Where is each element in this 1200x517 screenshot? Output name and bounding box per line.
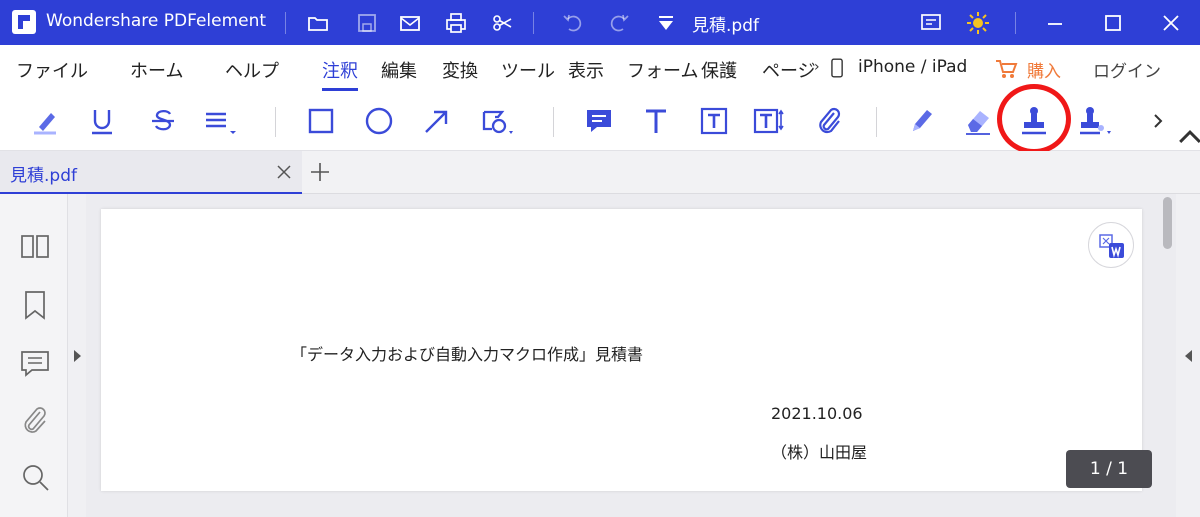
document-date: 2021.10.06	[771, 404, 863, 423]
divider	[533, 12, 534, 34]
divider	[876, 107, 877, 137]
login-link[interactable]: ログイン	[1093, 57, 1161, 82]
menu-annotate[interactable]: 注釈	[322, 57, 358, 91]
page-indicator: 1 / 1	[1066, 450, 1152, 488]
window-filename: 見積.pdf	[692, 16, 759, 36]
callout-icon[interactable]	[751, 103, 787, 139]
mail-icon[interactable]	[397, 10, 423, 36]
eraser-icon[interactable]	[960, 103, 996, 139]
thumbnails-icon[interactable]	[18, 230, 52, 264]
comments-icon[interactable]	[18, 346, 52, 380]
divider	[275, 107, 276, 137]
close-tab-icon[interactable]	[274, 162, 294, 182]
tab-document-label: 見積.pdf	[10, 166, 77, 186]
convert-to-word-button[interactable]	[1088, 222, 1134, 268]
cart-icon	[994, 58, 1018, 85]
theme-sun-icon[interactable]	[965, 10, 991, 36]
file-dropdown-icon[interactable]	[657, 15, 675, 31]
menu-protect[interactable]: 保護	[701, 57, 737, 83]
menu-more-chevron-icon[interactable]: ›	[814, 59, 820, 75]
expand-sidebar-arrow-icon[interactable]	[74, 350, 81, 362]
redo-icon[interactable]	[606, 10, 632, 36]
menu-view[interactable]: 表示	[568, 57, 604, 83]
text-align-icon[interactable]	[202, 103, 238, 139]
undo-icon[interactable]	[560, 10, 586, 36]
buy-link[interactable]: 購入	[1027, 57, 1061, 82]
divider	[553, 107, 554, 137]
arrow-icon[interactable]	[418, 103, 454, 139]
divider	[285, 12, 286, 34]
divider	[1015, 12, 1016, 34]
note-icon[interactable]	[581, 103, 617, 139]
highlight-ring-annotation	[997, 84, 1071, 154]
strikethrough-icon[interactable]	[145, 103, 181, 139]
textbox-icon[interactable]	[696, 103, 732, 139]
collapse-toolbar-chevron-icon[interactable]	[1172, 119, 1200, 143]
vertical-scrollbar[interactable]	[1160, 194, 1176, 517]
pdf-page: 「データ入力および自動入力マクロ作成」見積書 2021.10.06 （株）山田屋	[101, 209, 1142, 491]
shape-icon[interactable]	[478, 103, 514, 139]
document-tab-bar: 見積.pdf	[0, 151, 1200, 194]
menu-file[interactable]: ファイル	[16, 57, 88, 83]
left-sidebar	[0, 194, 68, 517]
tab-document[interactable]: 見積.pdf	[0, 151, 302, 194]
expand-right-panel-arrow-icon[interactable]	[1185, 350, 1192, 362]
close-window-icon[interactable]	[1158, 10, 1184, 36]
document-title: 「データ入力および自動入力マクロ作成」見積書	[291, 345, 644, 364]
new-tab-plus-icon[interactable]	[308, 160, 332, 184]
menu-page[interactable]: ページ	[762, 57, 816, 83]
phone-icon	[831, 58, 844, 84]
minimize-icon[interactable]	[1042, 10, 1068, 36]
menu-tools[interactable]: ツール	[501, 57, 555, 83]
menu-form[interactable]: フォーム	[627, 57, 698, 83]
attachment-panel-icon[interactable]	[18, 404, 52, 438]
maximize-icon[interactable]	[1100, 10, 1126, 36]
app-logo-icon	[12, 10, 36, 34]
menu-edit[interactable]: 編集	[381, 57, 417, 83]
rectangle-icon[interactable]	[303, 103, 339, 139]
document-company: （株）山田屋	[771, 443, 868, 462]
menu-convert[interactable]: 変換	[442, 57, 478, 83]
attachment-icon[interactable]	[811, 103, 847, 139]
convert-word-icon	[1099, 234, 1124, 258]
toolbar-more-chevron-icon[interactable]	[1140, 103, 1163, 139]
text-icon[interactable]	[638, 103, 674, 139]
scroll-thumb[interactable]	[1163, 197, 1172, 249]
app-name: Wondershare PDFelement	[46, 11, 267, 31]
underline-icon[interactable]	[84, 103, 120, 139]
title-bar: Wondershare PDFelement 見積.pdf	[0, 0, 1200, 45]
highlight-icon[interactable]	[27, 103, 63, 139]
search-icon[interactable]	[18, 460, 52, 494]
menu-help[interactable]: ヘルプ	[225, 57, 279, 83]
ellipse-icon[interactable]	[361, 103, 397, 139]
save-icon[interactable]	[354, 10, 380, 36]
signature-icon[interactable]	[1076, 103, 1112, 139]
feedback-icon[interactable]	[918, 10, 944, 36]
pencil-icon[interactable]	[903, 103, 939, 139]
scissors-icon[interactable]	[490, 10, 516, 36]
menu-home[interactable]: ホーム	[130, 57, 183, 83]
menu-iphone-ipad[interactable]: iPhone / iPad	[858, 57, 967, 77]
print-icon[interactable]	[443, 10, 469, 36]
open-folder-icon[interactable]	[305, 10, 331, 36]
bookmark-icon[interactable]	[18, 288, 52, 322]
